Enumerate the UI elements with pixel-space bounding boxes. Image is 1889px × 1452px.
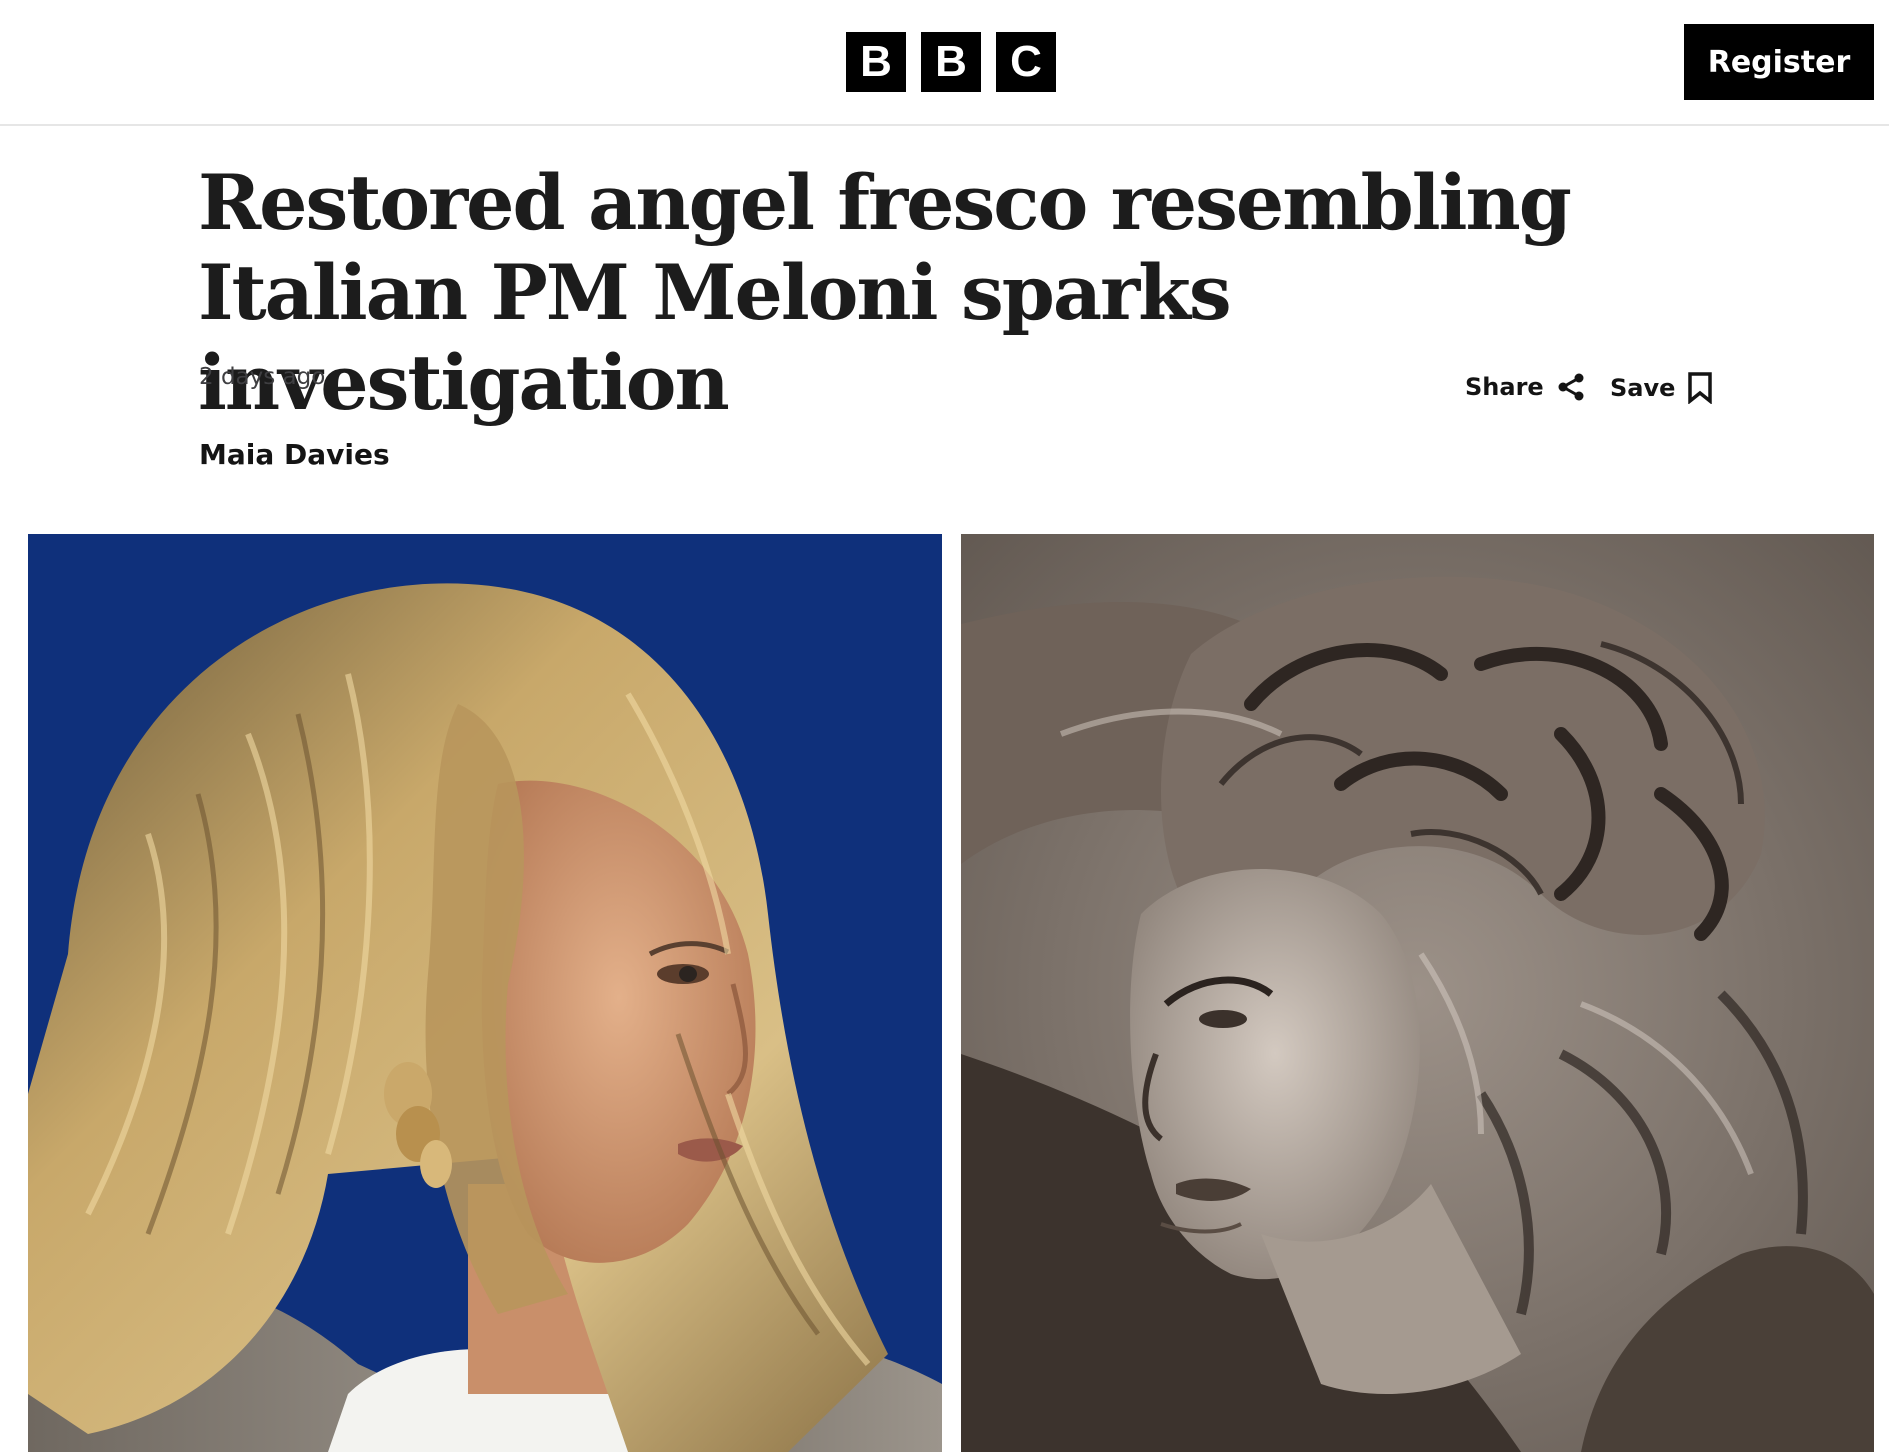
- article-timestamp: 2 days ago: [199, 364, 326, 390]
- share-button[interactable]: Share: [1465, 372, 1586, 402]
- site-header: B B C Register: [0, 0, 1889, 126]
- bbc-logo[interactable]: B B C: [846, 32, 1056, 92]
- register-button[interactable]: Register: [1684, 24, 1874, 100]
- save-button[interactable]: Save: [1610, 372, 1713, 404]
- save-label: Save: [1610, 374, 1676, 402]
- fresco-photo: [961, 534, 1874, 1452]
- bookmark-icon: [1687, 372, 1713, 404]
- logo-letter-c: C: [996, 32, 1056, 92]
- article-author[interactable]: Maia Davies: [199, 438, 390, 471]
- share-label: Share: [1465, 373, 1544, 401]
- share-icon: [1556, 372, 1586, 402]
- logo-letter-b1: B: [846, 32, 906, 92]
- logo-letter-b2: B: [921, 32, 981, 92]
- portrait-photo: [28, 534, 942, 1452]
